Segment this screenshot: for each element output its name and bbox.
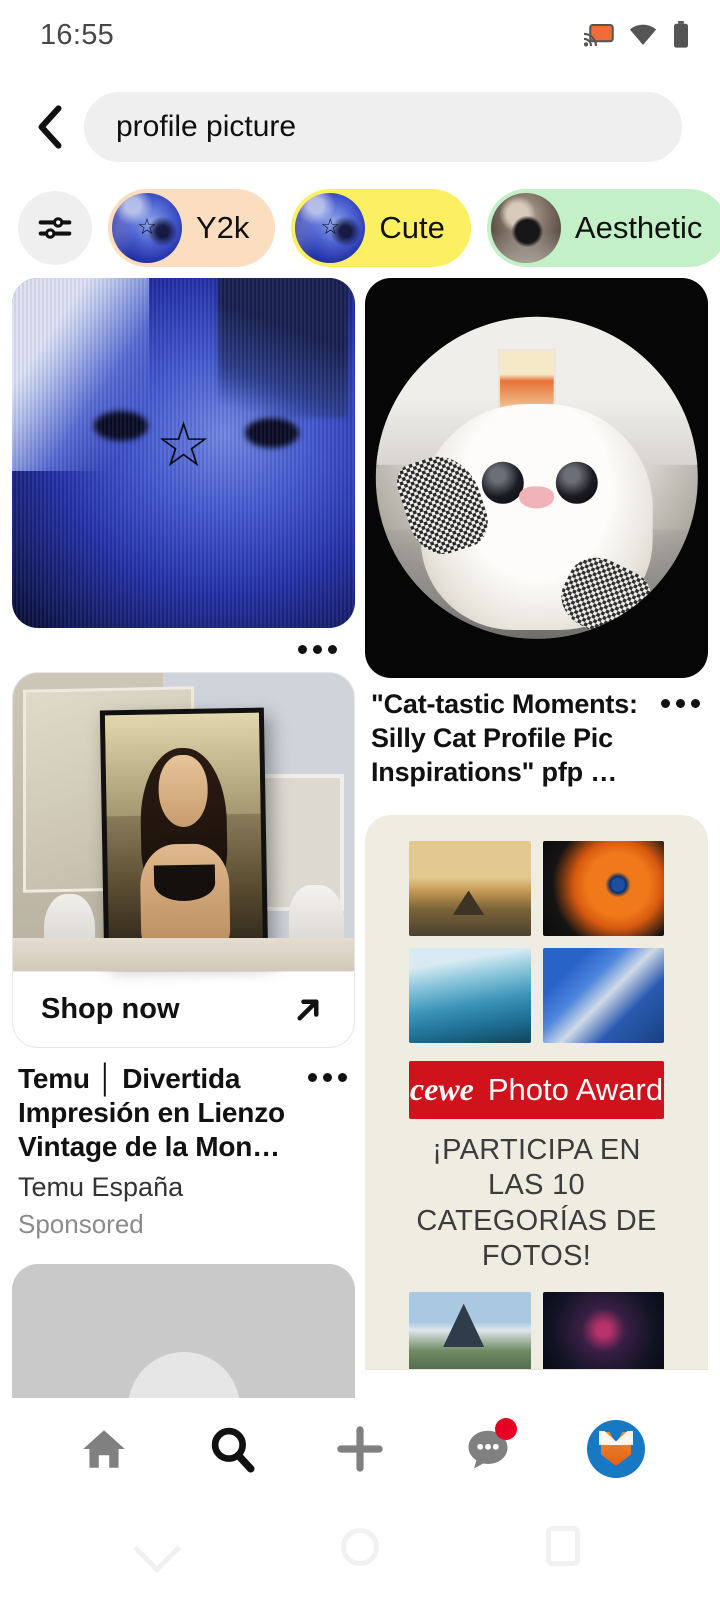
pin-skeleton <box>12 1264 355 1398</box>
pin-overflow-button[interactable] <box>295 634 339 664</box>
chip-label: Y2k <box>196 210 250 245</box>
nav-home[interactable] <box>65 1410 143 1488</box>
system-recents-icon[interactable] <box>546 1526 580 1566</box>
nav-search[interactable] <box>193 1410 271 1488</box>
placeholder-circle <box>127 1352 240 1398</box>
ad-art-painting <box>104 712 263 956</box>
status-bar: 16:55 <box>0 0 720 70</box>
pin-placeholder <box>12 1264 355 1398</box>
back-chevron-icon <box>38 105 62 149</box>
pin-image[interactable] <box>365 278 708 678</box>
bottom-navigation <box>0 1398 720 1500</box>
pin-cewe-award[interactable]: cewe Photo Award ¡PARTICIPA EN LAS 10 CA… <box>365 815 708 1398</box>
status-icons <box>584 21 690 49</box>
shop-now-label: Shop now <box>41 993 180 1025</box>
cewe-photo-blue-street <box>542 948 664 1043</box>
pin-meta: "Cat-tastic Moments: Silly Cat Profile P… <box>365 678 708 789</box>
pin-art-eye-left <box>481 461 524 504</box>
ad-overflow-button[interactable] <box>305 1062 349 1092</box>
pin-title: "Cat-tastic Moments: Silly Cat Profile P… <box>371 689 638 787</box>
ad-meta: Temu │ Divertida Impresión en Lienzo Vin… <box>12 1048 355 1240</box>
pin-art-eye-right <box>555 461 598 504</box>
chip-y2k[interactable]: Y2k <box>108 189 276 267</box>
shop-now-button[interactable]: Shop now <box>13 971 354 1047</box>
updates-badge <box>495 1418 517 1440</box>
search-input[interactable]: profile picture <box>84 92 682 162</box>
avatar <box>587 1420 645 1478</box>
cewe-photo-wave <box>409 948 531 1043</box>
system-gesture-bar <box>0 1500 720 1600</box>
chip-cute[interactable]: Cute <box>291 189 471 267</box>
cast-icon <box>584 24 614 47</box>
filter-chip-row[interactable]: Y2k Cute Aesthetic <box>0 184 720 272</box>
pin-image[interactable]: cewe Photo Award ¡PARTICIPA EN LAS 10 CA… <box>365 815 708 1398</box>
chip-label: Aesthetic <box>574 210 703 245</box>
pin-art-nose <box>518 486 555 509</box>
cewe-headline: ¡PARTICIPA EN LAS 10 CATEGORÍAS DE FOTOS… <box>409 1133 664 1275</box>
chip-avatar-icon <box>295 193 366 263</box>
sliders-icon <box>38 217 72 239</box>
chip-avatar-icon <box>112 193 182 263</box>
app-screen: 16:55 profile picture ☆ Y2k ☆ Cute Aesth… <box>0 0 720 1600</box>
cewe-photo-grid-top <box>409 841 664 1043</box>
cewe-photo-whale <box>409 841 531 937</box>
chip-aesthetic[interactable]: Aesthetic <box>486 189 720 267</box>
nav-updates[interactable] <box>449 1410 527 1488</box>
pin-fisheye-cat[interactable]: "Cat-tastic Moments: Silly Cat Profile P… <box>365 278 708 789</box>
ad-art-face <box>157 754 208 828</box>
arrow-up-right-icon <box>297 999 319 1020</box>
ad-advertiser[interactable]: Temu España <box>18 1172 349 1203</box>
battery-icon <box>674 21 688 48</box>
ad-card[interactable]: Shop now <box>12 672 355 1048</box>
pin-image[interactable]: ☆ <box>12 278 355 628</box>
cewe-photo-toucan <box>542 841 664 937</box>
pin-temu-ad[interactable]: Shop now Temu │ Divertida Impresión en L… <box>12 672 355 1240</box>
chip-avatar-icon <box>490 193 561 263</box>
back-button[interactable] <box>22 99 78 155</box>
ad-title: Temu │ Divertida Impresión en Lienzo Vin… <box>18 1063 285 1163</box>
nav-profile[interactable] <box>577 1410 655 1488</box>
pin-column-right: "Cat-tastic Moments: Silly Cat Profile P… <box>365 278 708 1398</box>
cewe-card-footer <box>365 1369 708 1398</box>
filter-button[interactable] <box>18 191 92 265</box>
pin-column-left: ☆ <box>12 278 355 1398</box>
nav-create[interactable] <box>321 1410 399 1488</box>
chip-label: Cute <box>379 210 445 245</box>
cewe-award-text: Photo Award <box>487 1071 664 1107</box>
system-home-icon[interactable] <box>341 1528 379 1566</box>
pin-overflow-button[interactable] <box>658 688 702 718</box>
ad-image[interactable] <box>13 673 354 971</box>
status-clock: 16:55 <box>40 18 115 51</box>
pin-art-scanlines <box>12 278 355 628</box>
pin-art-fisheye-sphere <box>375 316 698 640</box>
cewe-headline-line1: ¡PARTICIPA EN LAS 10 <box>432 1133 641 1202</box>
system-back-icon[interactable] <box>132 1524 182 1574</box>
wifi-icon <box>629 24 657 45</box>
ad-sponsored-label: Sponsored <box>18 1209 144 1240</box>
search-header: profile picture <box>0 88 720 166</box>
ad-art-floor <box>13 938 354 971</box>
cewe-headline-line2: CATEGORÍAS DE FOTOS! <box>416 1204 657 1272</box>
home-icon <box>83 1430 125 1468</box>
cewe-brand-banner: cewe Photo Award <box>409 1060 664 1119</box>
pin-blue-cat[interactable]: ☆ <box>12 278 355 664</box>
cewe-wordmark: cewe <box>409 1071 474 1108</box>
search-icon <box>211 1427 255 1473</box>
search-input-value: profile picture <box>116 110 297 143</box>
pin-grid: ☆ <box>0 278 720 1398</box>
pin-overflow-row <box>12 628 355 664</box>
plus-icon <box>337 1426 383 1472</box>
ad-art-framed-print <box>99 707 268 961</box>
avatar-m-icon <box>599 1431 633 1445</box>
ad-title-row: Temu │ Divertida Impresión en Lienzo Vin… <box>18 1062 349 1164</box>
